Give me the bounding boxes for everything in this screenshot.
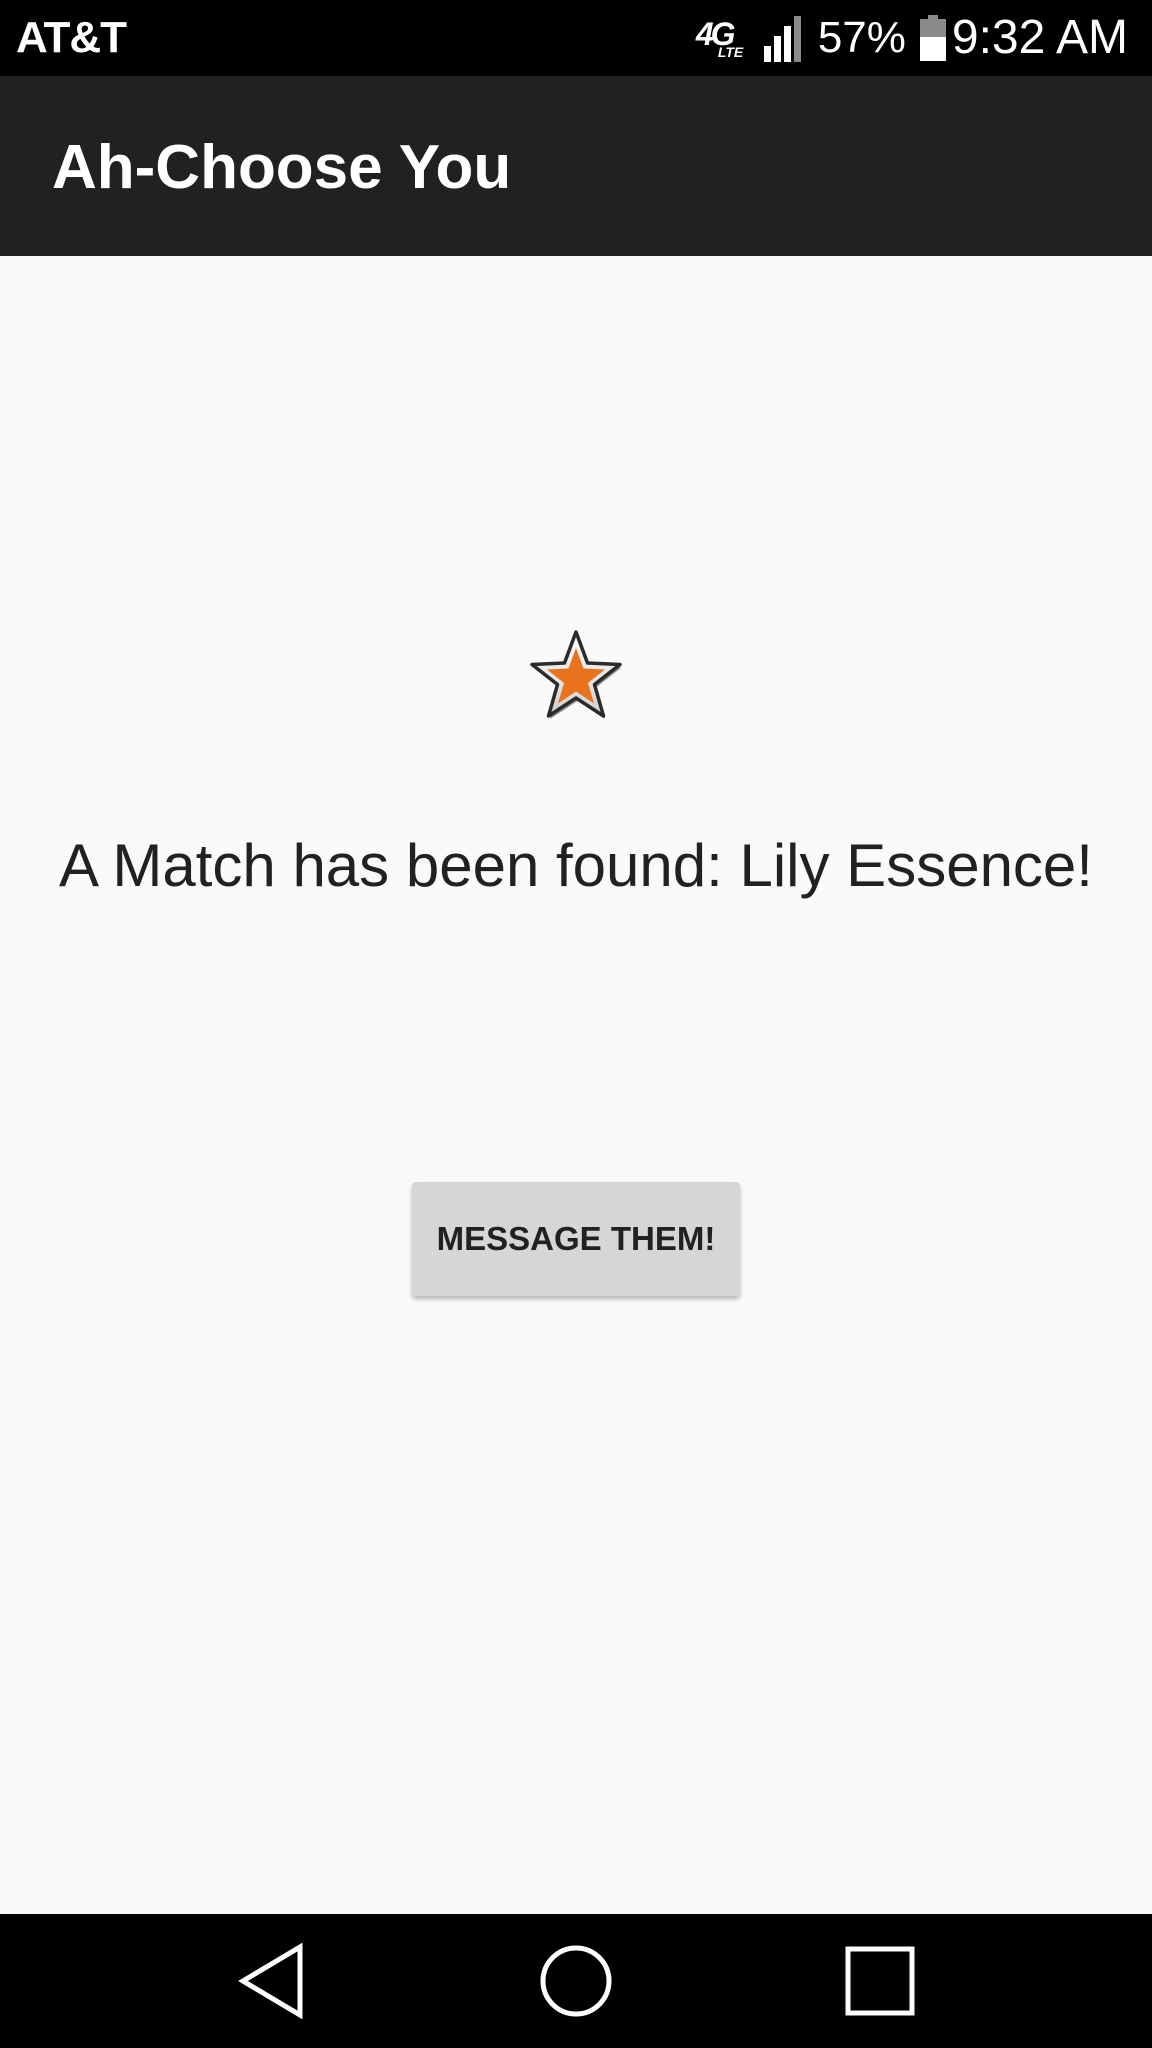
battery-percent: 57% bbox=[817, 13, 906, 62]
match-screen: A Match has been found: Lily Essence! ME… bbox=[0, 256, 1152, 1914]
recents-button[interactable] bbox=[800, 1914, 960, 2048]
signal-bar bbox=[773, 36, 781, 62]
signal-bar bbox=[793, 16, 801, 62]
back-button[interactable] bbox=[192, 1914, 352, 2048]
status-icons: 4G LTE 57% 9:32 AM bbox=[696, 8, 1128, 68]
status-bar: AT&T 4G LTE 57% 9:32 AM bbox=[0, 0, 1152, 76]
home-circle-icon bbox=[540, 1945, 612, 2017]
clock: 9:32 AM bbox=[951, 11, 1128, 64]
back-triangle-icon bbox=[238, 1943, 303, 2019]
recents-square-icon bbox=[845, 1946, 915, 2016]
network-4g-lte-icon: 4G LTE bbox=[696, 12, 752, 64]
home-button[interactable] bbox=[496, 1914, 656, 2048]
app-title: Ah-Choose You bbox=[52, 133, 512, 202]
carrier-label: AT&T bbox=[16, 13, 127, 62]
signal-strength-icon bbox=[763, 14, 804, 62]
signal-bar bbox=[763, 46, 771, 62]
signal-bar bbox=[783, 26, 791, 62]
app-toolbar: Ah-Choose You bbox=[0, 76, 1152, 256]
match-message: A Match has been found: Lily Essence! bbox=[59, 832, 1093, 899]
message-them-button[interactable]: MESSAGE THEM! bbox=[412, 1182, 740, 1296]
network-subtype-label: LTE bbox=[717, 44, 744, 60]
navigation-bar bbox=[0, 1914, 1152, 2048]
battery-icon bbox=[919, 15, 946, 61]
star-icon bbox=[530, 630, 622, 719]
